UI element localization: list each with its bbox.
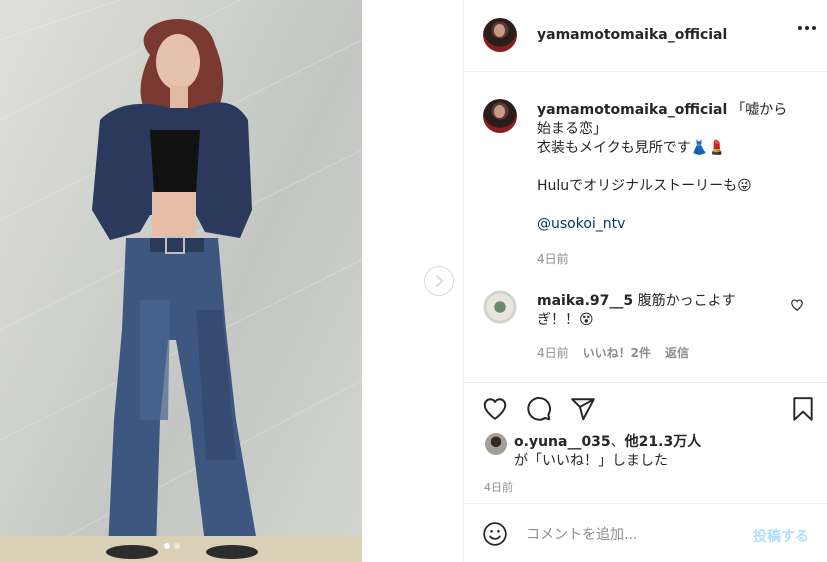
post-header: yamamotomaika_official bbox=[464, 0, 827, 72]
comment-meta: 4日前 いいね！2件 返信 bbox=[537, 344, 689, 361]
comment-likes-count[interactable]: いいね！2件 bbox=[583, 344, 651, 361]
carousel-dot bbox=[174, 543, 180, 549]
caption-line-3: Huluでオリジナルストーリーも😜 bbox=[537, 178, 752, 194]
caption-line-2: 衣装もメイクも見所です👗💄 bbox=[537, 140, 726, 156]
comment: maika.97__5 腹筋かっこよすぎ！！😵 bbox=[537, 292, 737, 330]
liked-by-summary: o.yuna__035、他21.3万人 が「いいね！」しました bbox=[514, 433, 701, 471]
comment-bubble-icon bbox=[527, 397, 551, 421]
caption-username[interactable]: yamamotomaika_official bbox=[537, 102, 727, 118]
post-comment-button[interactable]: 投稿する bbox=[753, 526, 809, 546]
share-button[interactable] bbox=[569, 395, 597, 423]
divider bbox=[464, 382, 827, 383]
caption-author-avatar[interactable] bbox=[483, 99, 517, 133]
heart-outline-icon bbox=[483, 398, 507, 420]
divider bbox=[464, 503, 827, 504]
like-button[interactable] bbox=[481, 395, 509, 423]
commenter-avatar[interactable] bbox=[483, 290, 517, 324]
post-image bbox=[0, 0, 362, 562]
carousel-dot-active bbox=[164, 543, 170, 549]
liker-username[interactable]: o.yuna__035 bbox=[514, 434, 611, 450]
liked-by-suffix: が「いいね！」しました bbox=[514, 453, 668, 469]
author-avatar[interactable] bbox=[483, 18, 517, 52]
post-photo[interactable] bbox=[0, 0, 362, 562]
post-caption: yamamotomaika_official 「嘘から始まる恋」 衣装もメイクも見… bbox=[537, 101, 797, 234]
save-button[interactable] bbox=[789, 395, 817, 423]
likes-count-link[interactable]: 他21.3万人 bbox=[625, 434, 702, 450]
smiley-icon bbox=[483, 522, 507, 546]
comment-timestamp[interactable]: 4日前 bbox=[537, 344, 569, 361]
post-side-panel: yamamotomaika_official yamamotomaika_off… bbox=[463, 0, 827, 562]
comment-username[interactable]: maika.97__5 bbox=[537, 293, 633, 309]
add-comment-input[interactable] bbox=[526, 523, 746, 547]
heart-outline-icon bbox=[791, 299, 803, 311]
comment-reply-button[interactable]: 返信 bbox=[665, 344, 689, 361]
chevron-right-icon bbox=[436, 275, 443, 287]
post-timestamp[interactable]: 4日前 bbox=[484, 479, 513, 495]
paper-plane-icon bbox=[571, 398, 595, 421]
more-options-icon[interactable] bbox=[798, 26, 816, 30]
caption-timestamp[interactable]: 4日前 bbox=[537, 250, 569, 267]
bookmark-outline-icon bbox=[793, 397, 813, 421]
liker-avatar[interactable] bbox=[485, 433, 507, 455]
author-username[interactable]: yamamotomaika_official bbox=[537, 27, 727, 43]
caption-mention-link[interactable]: @usokoi_ntv bbox=[537, 216, 625, 232]
carousel-next-button[interactable] bbox=[424, 266, 454, 296]
comment-button[interactable] bbox=[525, 395, 553, 423]
emoji-button[interactable] bbox=[482, 521, 508, 551]
liked-by-separator: 、 bbox=[610, 434, 625, 450]
comment-like-button[interactable] bbox=[790, 298, 804, 316]
carousel-indicator bbox=[164, 543, 180, 549]
